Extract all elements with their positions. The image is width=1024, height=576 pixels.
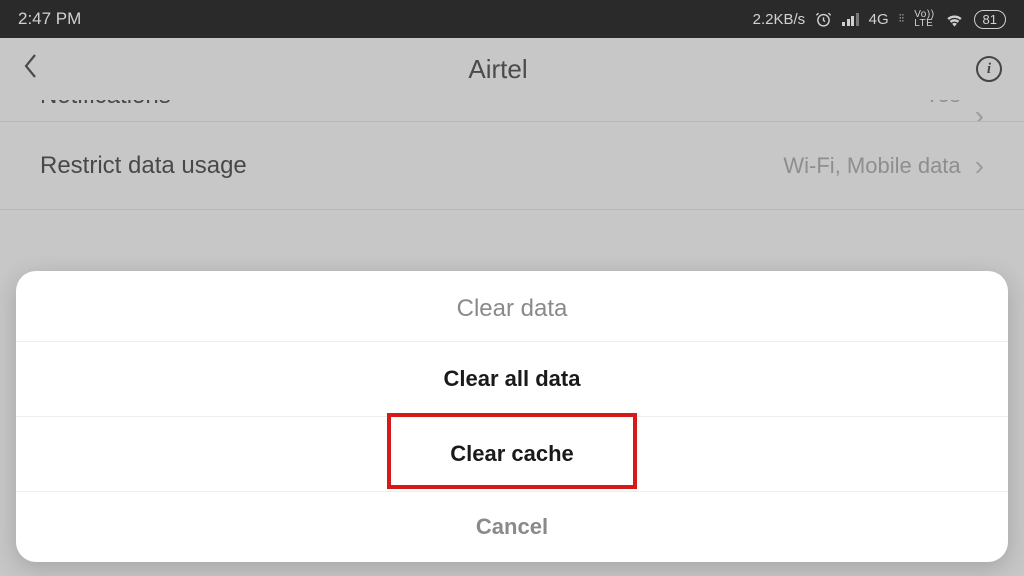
chevron-right-icon: › <box>975 100 984 122</box>
row-value: Wi-Fi, Mobile data <box>247 153 961 179</box>
alarm-icon <box>815 11 832 28</box>
status-bar: 2:47 PM 2.2KB/s 4G ⫶⫶ Vo))LTE 81 <box>0 0 1024 38</box>
app-header: Airtel i <box>0 38 1024 100</box>
row-notifications[interactable]: Notifications Yes › <box>0 100 1024 122</box>
cancel-button[interactable]: Cancel <box>16 492 1008 562</box>
row-value: Yes <box>171 100 961 108</box>
status-time: 2:47 PM <box>18 9 81 29</box>
signal-icon <box>842 12 859 26</box>
battery-icon: 81 <box>974 10 1006 29</box>
network-speed: 2.2KB/s <box>753 11 806 28</box>
row-label: Restrict data usage <box>40 152 247 180</box>
wifi-icon <box>945 12 964 27</box>
clear-all-data-button[interactable]: Clear all data <box>16 342 1008 417</box>
info-icon[interactable]: i <box>976 56 1002 82</box>
page-title: Airtel <box>20 54 976 85</box>
chevron-right-icon: › <box>975 150 984 182</box>
volte-icon: Vo))LTE <box>914 10 934 28</box>
status-right: 2.2KB/s 4G ⫶⫶ Vo))LTE 81 <box>81 10 1006 29</box>
clear-cache-label: Clear cache <box>450 441 574 466</box>
row-restrict-data[interactable]: Restrict data usage Wi-Fi, Mobile data › <box>0 122 1024 210</box>
network-type: 4G <box>869 11 889 28</box>
sheet-title: Clear data <box>16 271 1008 342</box>
row-label: Notifications <box>40 100 171 110</box>
clear-data-sheet: Clear data Clear all data Clear cache Ca… <box>16 271 1008 562</box>
clear-cache-button[interactable]: Clear cache <box>16 417 1008 492</box>
